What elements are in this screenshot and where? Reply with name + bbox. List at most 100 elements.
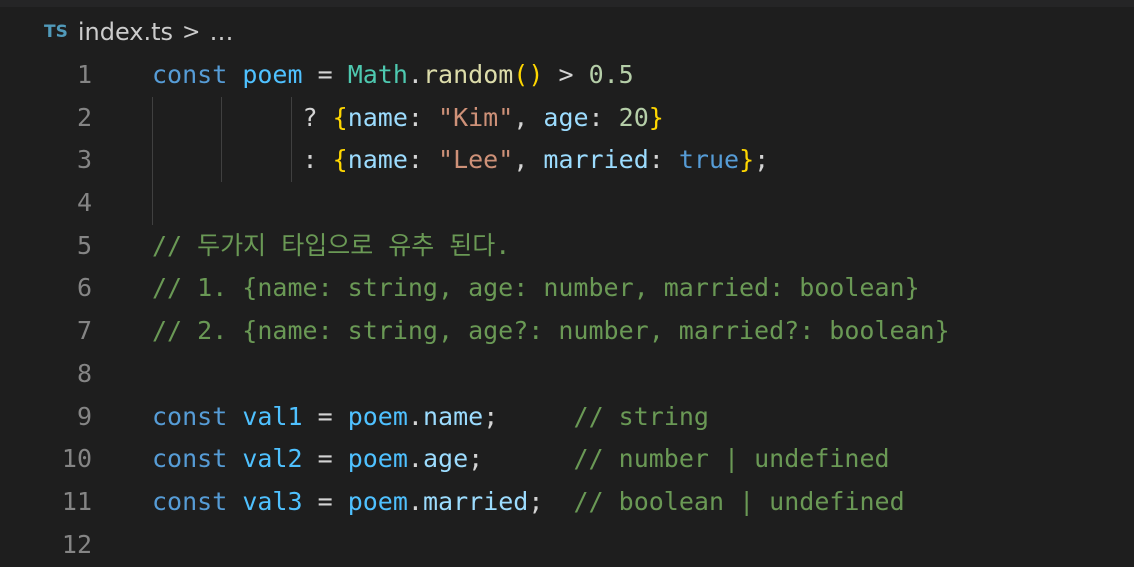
code-text: // 2. {name: string, age?: number, marri… bbox=[152, 310, 950, 353]
code-text: const val2 = poem.age; // number | undef… bbox=[152, 438, 890, 481]
code-token: married bbox=[422, 486, 529, 516]
code-line[interactable]: 8 bbox=[0, 353, 1134, 396]
code-token: age bbox=[422, 444, 469, 474]
line-number: 6 bbox=[76, 273, 92, 303]
code-line[interactable]: 5 // 두가지 타입으로 유추 된다. bbox=[0, 225, 1134, 268]
code-token: = bbox=[302, 486, 348, 516]
code-text: // 1. {name: string, age: number, marrie… bbox=[152, 267, 920, 310]
code-line[interactable]: 11 const val3 = poem.married; // boolean … bbox=[0, 481, 1134, 524]
code-token: > bbox=[543, 60, 589, 89]
code-token: val3 bbox=[242, 486, 303, 516]
code-token: { bbox=[332, 145, 348, 175]
code-text: const poem = Math.random() > 0.5 bbox=[152, 54, 634, 97]
line-number: 3 bbox=[76, 145, 92, 175]
line-number: 9 bbox=[76, 401, 92, 431]
code-text: : {name: "Lee", married: true}; bbox=[152, 139, 770, 182]
code-token: "Kim" bbox=[438, 102, 514, 132]
code-line[interactable]: 6 // 1. {name: string, age: number, marri… bbox=[0, 267, 1134, 310]
code-token: name bbox=[347, 145, 408, 175]
code-line[interactable]: 2 ? {name: "Kim", age: 20} bbox=[0, 96, 1134, 140]
code-token: . bbox=[407, 486, 423, 516]
chevron-right-icon: > bbox=[182, 19, 201, 45]
line-number: 11 bbox=[61, 486, 92, 516]
code-token: () bbox=[513, 60, 544, 89]
code-text: const val1 = poem.name; // string bbox=[152, 396, 709, 439]
line-number: 12 bbox=[61, 529, 92, 559]
code-token: poem bbox=[347, 401, 408, 431]
code-token: : bbox=[648, 145, 679, 175]
code-token: "Lee" bbox=[438, 145, 514, 175]
code-token: . bbox=[407, 444, 423, 474]
code-token: . bbox=[407, 60, 423, 89]
code-token: , bbox=[513, 145, 544, 175]
code-editor[interactable]: 1 const poem = Math.random() > 0.5 2 ? {na… bbox=[0, 54, 1134, 566]
code-token: name bbox=[422, 401, 484, 431]
code-token: = bbox=[302, 60, 348, 89]
code-line[interactable]: 12 bbox=[0, 524, 1134, 567]
code-token: = bbox=[302, 401, 348, 431]
code-token: : bbox=[152, 145, 333, 175]
code-token: // 2. {name: string, age?: number, marri… bbox=[152, 316, 950, 346]
breadcrumb: TS index.ts > … bbox=[44, 15, 233, 49]
code-token: } bbox=[648, 102, 664, 132]
code-token: ; bbox=[468, 444, 574, 474]
code-token: married bbox=[543, 145, 649, 175]
line-number: 7 bbox=[76, 316, 92, 346]
code-token: , bbox=[513, 102, 544, 132]
code-token: // 1. {name: string, age: number, marrie… bbox=[152, 273, 920, 303]
code-token: const bbox=[152, 401, 228, 431]
code-token: 0.5 bbox=[588, 60, 634, 89]
breadcrumb-symbol[interactable]: … bbox=[209, 18, 233, 46]
code-token: ; bbox=[528, 486, 574, 516]
code-token: { bbox=[332, 102, 348, 132]
code-token: // 두가지 타입으로 유추 된다. bbox=[152, 230, 511, 260]
code-token: poem bbox=[347, 444, 408, 474]
code-token: poem bbox=[347, 486, 408, 516]
code-token: true bbox=[678, 145, 740, 175]
code-token: . bbox=[407, 401, 423, 431]
breadcrumb-file[interactable]: index.ts bbox=[78, 18, 173, 46]
code-token: val2 bbox=[242, 444, 303, 474]
line-number: 10 bbox=[61, 444, 92, 474]
code-line[interactable]: 3 : {name: "Lee", married: true}; bbox=[0, 139, 1134, 183]
code-token: const bbox=[152, 60, 228, 89]
code-text: ? {name: "Kim", age: 20} bbox=[152, 97, 664, 140]
code-token: : bbox=[407, 102, 439, 132]
code-text: const val3 = poem.married; // boolean | … bbox=[152, 481, 905, 524]
line-number: 5 bbox=[76, 230, 92, 260]
line-number: 2 bbox=[76, 102, 92, 132]
line-number: 1 bbox=[76, 60, 92, 89]
code-line[interactable]: 7 // 2. {name: string, age?: number, marr… bbox=[0, 310, 1134, 353]
typescript-file-icon: TS bbox=[44, 22, 68, 42]
code-token: age bbox=[543, 102, 589, 132]
code-token: // string bbox=[573, 401, 709, 431]
code-line[interactable]: 1 const poem = Math.random() > 0.5 bbox=[0, 54, 1134, 97]
indent-guide bbox=[152, 182, 153, 225]
code-token: ; bbox=[483, 401, 574, 431]
code-token: const bbox=[152, 444, 228, 474]
code-token: name bbox=[347, 102, 408, 132]
code-line[interactable]: 10 const val2 = poem.age; // number | und… bbox=[0, 438, 1134, 481]
code-token: val1 bbox=[242, 401, 303, 431]
code-line[interactable]: 9 const val1 = poem.name; // string bbox=[0, 396, 1134, 439]
code-token: } bbox=[739, 145, 755, 175]
code-token: random bbox=[422, 60, 514, 89]
editor-tab-strip bbox=[0, 0, 1134, 7]
code-token: ? bbox=[152, 102, 333, 132]
code-token: // boolean | undefined bbox=[573, 486, 905, 516]
code-text: // 두가지 타입으로 유추 된다. bbox=[152, 225, 510, 268]
code-token: Math bbox=[347, 60, 408, 89]
code-token: : bbox=[588, 102, 619, 132]
line-number: 8 bbox=[76, 358, 92, 388]
code-line[interactable]: 4 bbox=[0, 182, 1134, 225]
line-number: 4 bbox=[76, 188, 92, 218]
code-token: // number | undefined bbox=[573, 444, 890, 474]
code-token: poem bbox=[242, 60, 303, 89]
code-token: : bbox=[407, 145, 439, 175]
code-token: ; bbox=[754, 145, 770, 175]
code-token: const bbox=[152, 486, 228, 516]
